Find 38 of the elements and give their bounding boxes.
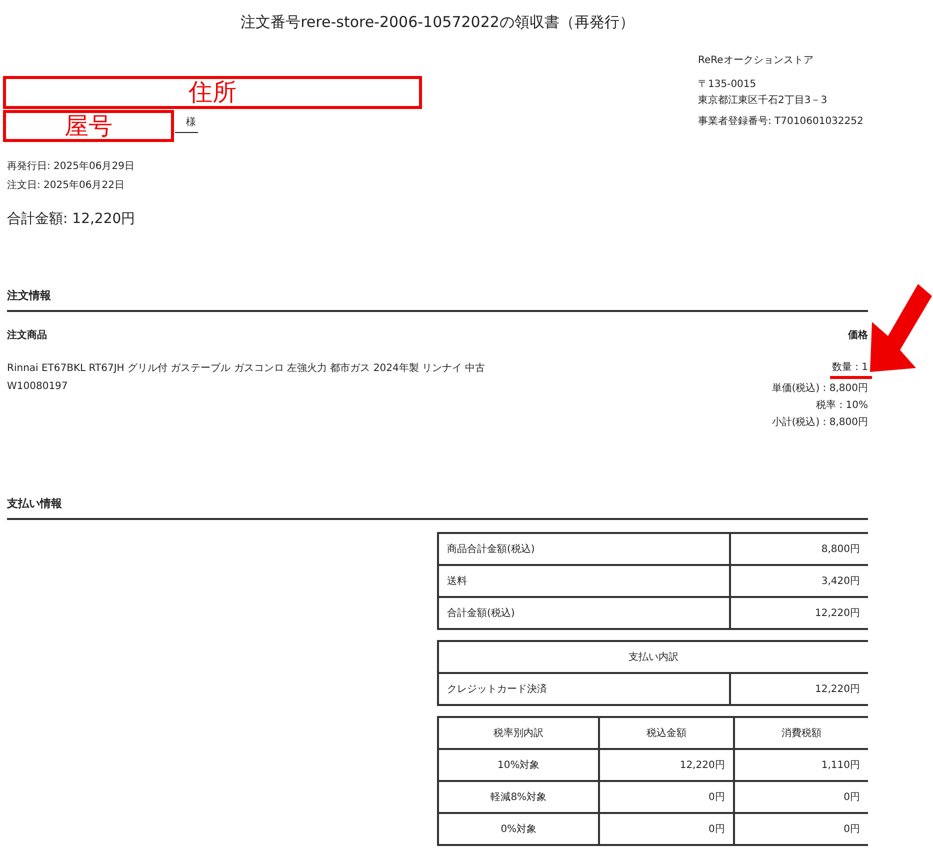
total-amount: 合計金額: 12,220円 [7, 210, 136, 228]
table-cell: 0円 [599, 813, 734, 845]
section-heading: 支払い情報 [7, 496, 868, 520]
arrow-icon [870, 284, 932, 372]
store-address: 東京都江東区千石2丁目3－3 [698, 94, 828, 108]
date-text: 注文日: 2025年06月22日 [7, 178, 126, 193]
table-header: 支払い内訳 [438, 641, 868, 673]
table-cell: クレジットカード決済 [438, 673, 730, 705]
receipt-title: 注文番号rere-store-2006-10572022の領収書（再発行） [240, 12, 636, 33]
column-header: 注文商品 [7, 328, 47, 342]
registration-number: 事業者登録番号: T7010601032252 [698, 114, 864, 129]
annotation-box: 屋号 [3, 110, 174, 142]
table-cell: 送料 [438, 565, 730, 597]
annotation-underline [830, 376, 872, 379]
product-name: Rinnai ET67BKL RT67JH グリル付 ガステーブル ガスコンロ 左強火力 都市ガス 2024年製 リンナイ 中古 [7, 362, 486, 376]
section-heading: 注文情報 [7, 288, 868, 312]
table-cell: 12,220円 [599, 749, 734, 781]
price-detail: 数量 : 1 [832, 361, 868, 375]
store-name: ReReオークションストア [698, 54, 814, 68]
table-cell: 10%対象 [438, 749, 600, 781]
table-cell: 合計金額(税込) [438, 597, 730, 629]
postal-code: 〒135-0015 [698, 78, 758, 92]
table-cell: 商品合計金額(税込) [438, 533, 730, 565]
column-header: 価格 [848, 328, 868, 342]
table-cell: 8,800円 [730, 533, 868, 565]
table-header: 税込金額 [599, 717, 734, 749]
date-text: 再発行日: 2025年06月29日 [7, 160, 136, 174]
product-code: W10080197 [7, 380, 69, 394]
table-cell: 軽減8%対象 [438, 781, 600, 813]
table-cell: 0%対象 [438, 813, 600, 845]
annotation-box: 住所 [3, 76, 422, 109]
table-header: 消費税額 [734, 717, 868, 749]
price-detail: 小計(税込) : 8,800円 [772, 416, 868, 430]
table-cell: 0円 [599, 781, 734, 813]
honorific-text: 様 [175, 115, 198, 133]
price-detail: 税率 : 10% [816, 398, 868, 413]
price-detail: 単価(税込) : 8,800円 [772, 382, 868, 396]
table-header: 税率別内訳 [438, 717, 600, 749]
